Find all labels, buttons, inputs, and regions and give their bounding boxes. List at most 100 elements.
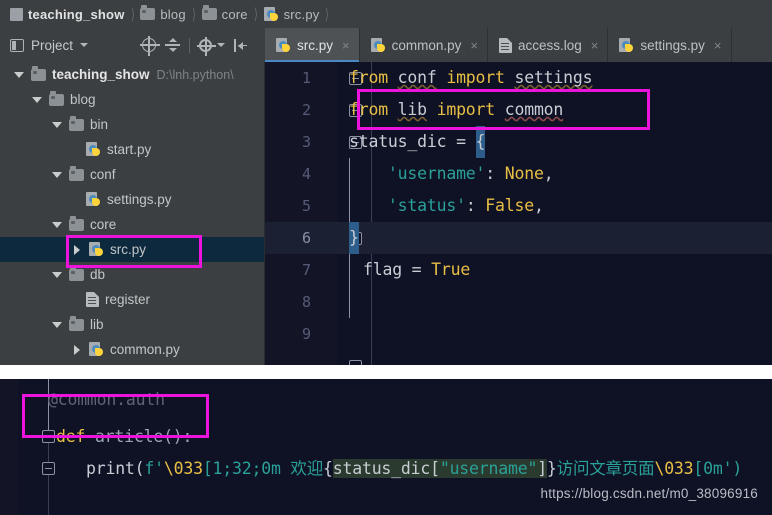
tab-label: common.py: [391, 37, 462, 53]
def-name: article():: [94, 427, 193, 446]
panel-separator: [0, 365, 772, 379]
bottom-editor-line-3[interactable]: print(f'\033[1;32;0m 欢迎{status_dic["user…: [0, 453, 772, 485]
project-tree[interactable]: teaching_show D:\lnh.python\ blog bin st…: [0, 62, 265, 365]
tree-item-blog[interactable]: blog: [0, 87, 264, 112]
line-number: 4: [301, 165, 311, 183]
tree-item-label: start.py: [107, 142, 152, 157]
line-content: 'status': False,: [349, 196, 544, 215]
line-number: 2: [301, 101, 311, 119]
python-file-icon: [89, 242, 104, 257]
tree-item-conf[interactable]: conf: [0, 162, 264, 187]
python-file-icon: [86, 142, 101, 157]
project-view-button[interactable]: Project: [10, 28, 89, 62]
bottom-editor-line-2[interactable]: def article():: [0, 421, 772, 453]
folder-icon: [31, 65, 46, 81]
fold-toggle-icon[interactable]: [42, 462, 55, 475]
line-number: 8: [301, 293, 311, 311]
def-line: def article():: [56, 421, 192, 453]
def-keyword: def: [56, 427, 86, 446]
expand-arrow-down-icon[interactable]: [52, 121, 62, 128]
tree-item-register[interactable]: register: [0, 287, 264, 312]
tree-item-teaching-show[interactable]: teaching_show D:\lnh.python\: [0, 62, 264, 87]
tree-item-label: register: [105, 292, 151, 307]
locate-target-icon[interactable]: [140, 36, 160, 56]
line-content: status_dic = {: [349, 126, 485, 158]
expand-arrow-right-icon[interactable]: [74, 344, 80, 355]
python-file-icon: [276, 37, 291, 53]
folder-icon: [201, 5, 217, 20]
dict-key: "username": [439, 459, 538, 478]
tree-item-lib[interactable]: lib: [0, 312, 264, 337]
editor-line-7[interactable]: 7 flag = True: [265, 254, 772, 286]
brace-open: {: [323, 459, 333, 478]
expand-arrow-down-icon[interactable]: [52, 171, 62, 178]
expand-arrow-down-icon[interactable]: [52, 221, 62, 228]
line-content: 'username': None,: [349, 164, 554, 183]
tree-item-db[interactable]: db: [0, 262, 264, 287]
tree-item-label: blog: [70, 92, 96, 107]
fold-toggle-icon[interactable]: [42, 430, 55, 443]
tab-common-py[interactable]: common.py ×: [360, 28, 488, 62]
close-icon[interactable]: ×: [342, 38, 350, 53]
tree-item-label: lib: [90, 317, 104, 332]
editor-line-6[interactable]: 6 }: [265, 222, 772, 254]
settings-gear-icon[interactable]: [197, 36, 216, 56]
tree-item-label: core: [90, 217, 117, 232]
line-number: 7: [301, 261, 311, 279]
editor-line-3[interactable]: 3 status_dic = {: [265, 126, 772, 158]
greeting-text: 欢迎: [280, 459, 324, 478]
breadcrumb-item-src-py[interactable]: src.py: [260, 0, 324, 28]
tab-access-log[interactable]: access.log ×: [488, 28, 609, 62]
toolbar-icons: [140, 28, 248, 62]
editor-line-5[interactable]: 5 'status': False,: [265, 190, 772, 222]
collapse-all-icon[interactable]: [165, 38, 180, 52]
project-label: Project: [31, 37, 74, 53]
gear-chevron-down-icon[interactable]: [217, 43, 225, 47]
breadcrumb-item-blog[interactable]: blog: [136, 0, 189, 28]
tree-item-core[interactable]: core: [0, 212, 264, 237]
folder-icon: [140, 5, 156, 20]
line-content: from lib import common: [349, 100, 564, 119]
tree-item-settings-py[interactable]: settings.py: [0, 187, 264, 212]
decorator-line: @common.auth: [48, 379, 165, 421]
tree-item-label: db: [90, 267, 106, 282]
hide-panel-icon[interactable]: [234, 38, 248, 52]
expand-arrow-down-icon[interactable]: [52, 271, 62, 278]
tree-item-bin[interactable]: bin: [0, 112, 264, 137]
editor-line-4[interactable]: 4 'username': None,: [265, 158, 772, 190]
text-file-icon: [86, 292, 99, 307]
code-editor[interactable]: 1 from conf import settings 2 from lib i…: [265, 62, 772, 365]
editor-line-2[interactable]: 2 from lib import common: [265, 94, 772, 126]
visit-text: 访问文章页面: [556, 459, 655, 478]
expand-arrow-down-icon[interactable]: [14, 71, 24, 78]
close-icon[interactable]: ×: [591, 38, 599, 53]
editor-line-9[interactable]: 9: [265, 318, 772, 350]
bottom-editor-line-1[interactable]: @common.auth: [0, 379, 772, 421]
breadcrumb: teaching_show ⟩ blog ⟩ core ⟩ src.py ⟩: [0, 0, 772, 28]
expand-arrow-down-icon[interactable]: [32, 96, 42, 103]
ansi-code-1: [1;32;0m: [202, 459, 281, 478]
ansi-code-2: [0m: [693, 459, 723, 478]
breadcrumb-item-core[interactable]: core: [198, 0, 252, 28]
dict-name: status_dic: [332, 459, 431, 478]
expand-arrow-down-icon[interactable]: [52, 321, 62, 328]
close-icon[interactable]: ×: [470, 38, 478, 53]
expand-arrow-right-icon[interactable]: [74, 244, 80, 255]
folder-icon: [49, 90, 64, 106]
tree-item-src-py[interactable]: src.py: [0, 237, 264, 262]
breadcrumb-item-teaching-show[interactable]: teaching_show: [6, 0, 129, 28]
tab-label: access.log: [517, 37, 582, 53]
bracket-close: ]: [537, 459, 547, 478]
line-content: from conf import settings: [349, 68, 593, 87]
editor-line-8[interactable]: 8: [265, 286, 772, 318]
python-file-icon: [619, 37, 634, 53]
tab-settings-py[interactable]: settings.py ×: [608, 28, 732, 62]
tree-item-common-py[interactable]: common.py: [0, 337, 264, 362]
breadcrumb-separator-icon: ⟩: [254, 6, 258, 23]
tab-src-py[interactable]: src.py ×: [265, 28, 360, 62]
close-icon[interactable]: ×: [714, 38, 722, 53]
line-number: 6: [301, 229, 311, 247]
editor-line-1[interactable]: 1 from conf import settings: [265, 62, 772, 94]
tree-item-start-py[interactable]: start.py: [0, 137, 264, 162]
chevron-down-icon[interactable]: [80, 43, 89, 47]
